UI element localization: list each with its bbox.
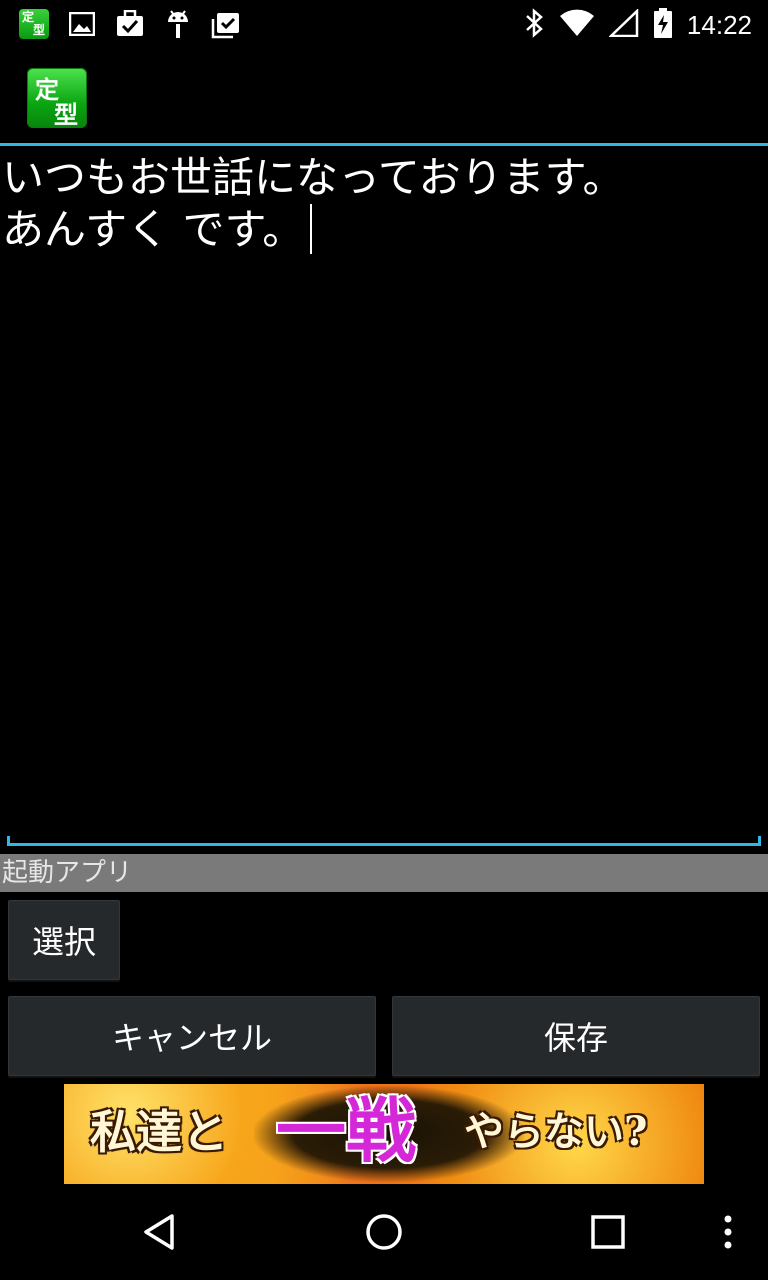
mini-app-glyph-1: 定	[22, 10, 35, 24]
back-icon[interactable]	[130, 1204, 190, 1260]
battery-charging-icon	[653, 8, 673, 42]
editor-content[interactable]: いつもお世話になっております。 あんすく です。	[2, 152, 624, 256]
cell-signal-icon	[607, 8, 639, 41]
app-notification-icon: 定 型	[18, 8, 50, 40]
navigation-bar	[0, 1184, 768, 1280]
home-icon[interactable]	[354, 1204, 414, 1260]
cancel-button[interactable]: キャンセル	[8, 996, 376, 1076]
recents-icon[interactable]	[578, 1204, 638, 1260]
android-debug-icon	[162, 8, 194, 40]
overflow-menu-icon[interactable]	[698, 1204, 758, 1260]
clock: 14:22	[686, 9, 752, 40]
bluetooth-icon	[523, 8, 545, 42]
clipboard-check-icon	[210, 8, 242, 40]
editor-line-2: あんすく です。	[2, 205, 305, 254]
text-cursor	[310, 204, 313, 254]
ad-banner[interactable]: 私達と 一戦 やらない?	[64, 1084, 704, 1184]
ad-text-1: 私達と	[90, 1105, 228, 1159]
app-icon-glyph-2: 型	[54, 101, 78, 129]
ad-text-2: 一戦	[276, 1089, 416, 1172]
save-button[interactable]: 保存	[392, 996, 760, 1076]
editor-underline	[7, 843, 761, 846]
app-icon[interactable]: 定 型	[27, 68, 87, 129]
editor-underline-right	[758, 836, 761, 846]
launch-app-section-header: 起動アプリ	[0, 854, 768, 892]
notification-icons: 定 型	[18, 8, 242, 40]
image-icon	[66, 8, 98, 40]
system-status-icons: 14:22	[523, 8, 752, 42]
editor-line-1: いつもお世話になっております。	[2, 153, 625, 202]
wifi-icon	[559, 9, 595, 41]
task-check-icon	[114, 8, 146, 40]
action-bar-divider	[0, 143, 768, 146]
status-bar: 定 型 14:22	[0, 0, 768, 50]
mini-app-glyph-2: 型	[33, 23, 46, 37]
action-bar: 定 型	[0, 50, 768, 142]
ad-text-3: やらない?	[464, 1108, 648, 1155]
select-app-button[interactable]: 選択	[8, 900, 120, 980]
template-text-editor[interactable]: いつもお世話になっております。 あんすく です。	[0, 150, 768, 840]
